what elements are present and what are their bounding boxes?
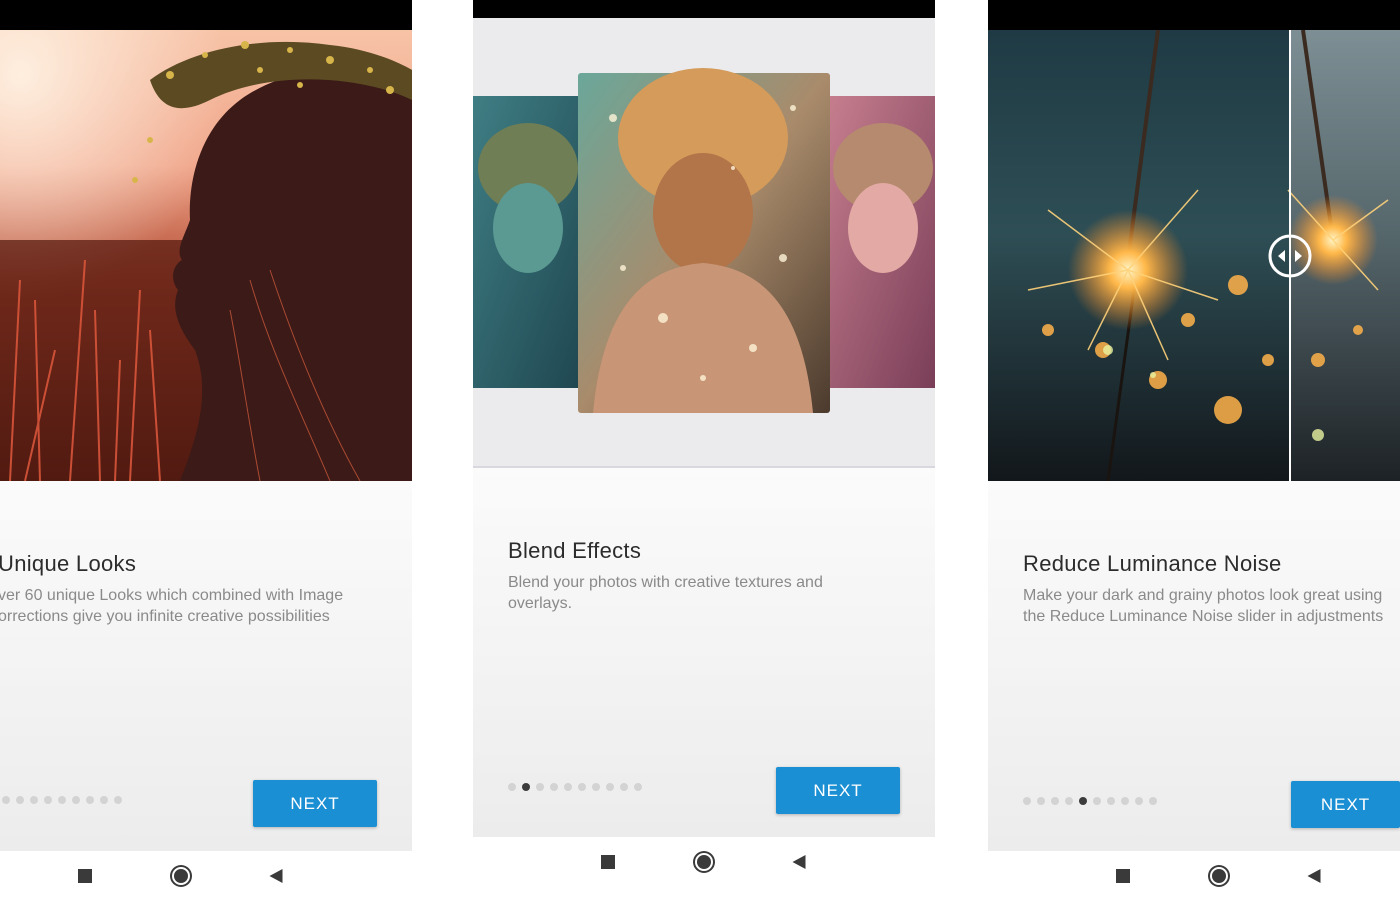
android-nav-bar [473,837,935,887]
page-dot [1149,797,1157,805]
page-dot [634,783,642,791]
page-dot [606,783,614,791]
android-nav-bar [0,851,412,900]
onboarding-card: Unique Looks ver 60 unique Looks which c… [0,481,412,851]
page-dot [1023,797,1031,805]
page-indicator [2,796,122,804]
page-dot [1065,797,1073,805]
status-bar [988,0,1400,30]
recents-square-icon[interactable] [1116,868,1130,883]
page-dot [564,783,572,791]
onboarding-photo-portrait [0,30,412,481]
page-dot [58,796,66,804]
page-dot [1037,797,1045,805]
page-dot-active [522,783,530,791]
onboarding-card: Reduce Luminance Noise Make your dark an… [988,481,1400,851]
back-triangle-icon[interactable] [1307,868,1321,883]
onboarding-screen-blend-effects: Blend Effects Blend your photos with cre… [473,0,935,900]
onboarding-title: Unique Looks [0,551,137,576]
status-bar [473,0,935,18]
page-dot [114,796,122,804]
onboarding-description: Blend your photos with creative textures… [508,574,823,612]
page-dot [536,783,544,791]
page-dot [2,796,10,804]
page-dot [592,783,600,791]
page-dot [86,796,94,804]
sparklers-before-after-image [988,30,1400,481]
page-dot [44,796,52,804]
page-dot [508,783,516,791]
page-dot [578,783,586,791]
onboarding-screen-unique-looks: Unique Looks ver 60 unique Looks which c… [0,0,412,900]
page-dot [1135,797,1143,805]
next-button[interactable]: NEXT [1291,781,1400,828]
onboarding-photo-sparklers [988,30,1400,481]
back-triangle-icon[interactable] [269,868,283,883]
next-button[interactable]: NEXT [253,780,377,827]
onboarding-description: Make your dark and grainy photos look gr… [1023,585,1400,627]
onboarding-photo-carousel [473,18,935,468]
onboarding-card: Blend Effects Blend your photos with cre… [473,468,935,837]
onboarding-screen-reduce-luminance-noise: Reduce Luminance Noise Make your dark an… [988,0,1400,900]
page-indicator [1023,797,1157,805]
recents-square-icon[interactable] [78,868,92,883]
next-button[interactable]: NEXT [776,767,900,814]
android-nav-bar [988,851,1400,900]
onboarding-description: ver 60 unique Looks which combined with … [0,587,344,625]
onboarding-title: Blend Effects [508,538,642,563]
onboarding-description-line: the Reduce Luminance Noise slider in adj… [1023,608,1384,625]
page-dot [30,796,38,804]
home-circle-icon[interactable] [695,853,713,871]
page-dot [72,796,80,804]
page-dot [1107,797,1115,805]
page-dot [16,796,24,804]
page-dot [1093,797,1101,805]
home-circle-icon[interactable] [172,866,190,885]
onboarding-title: Reduce Luminance Noise [1023,551,1282,576]
page-dot-active [1079,797,1087,805]
home-circle-icon[interactable] [1210,866,1228,885]
blend-effects-carousel-image [473,68,935,468]
page-indicator [508,783,642,791]
recents-square-icon[interactable] [601,855,615,869]
page-dot [550,783,558,791]
status-bar [0,0,412,30]
onboarding-description-line: Make your dark and grainy photos look gr… [1023,587,1383,604]
page-dot [100,796,108,804]
page-dot [620,783,628,791]
portrait-silhouette-image [0,30,412,481]
page-dot [1051,797,1059,805]
page-dot [1121,797,1129,805]
back-triangle-icon[interactable] [792,855,806,869]
